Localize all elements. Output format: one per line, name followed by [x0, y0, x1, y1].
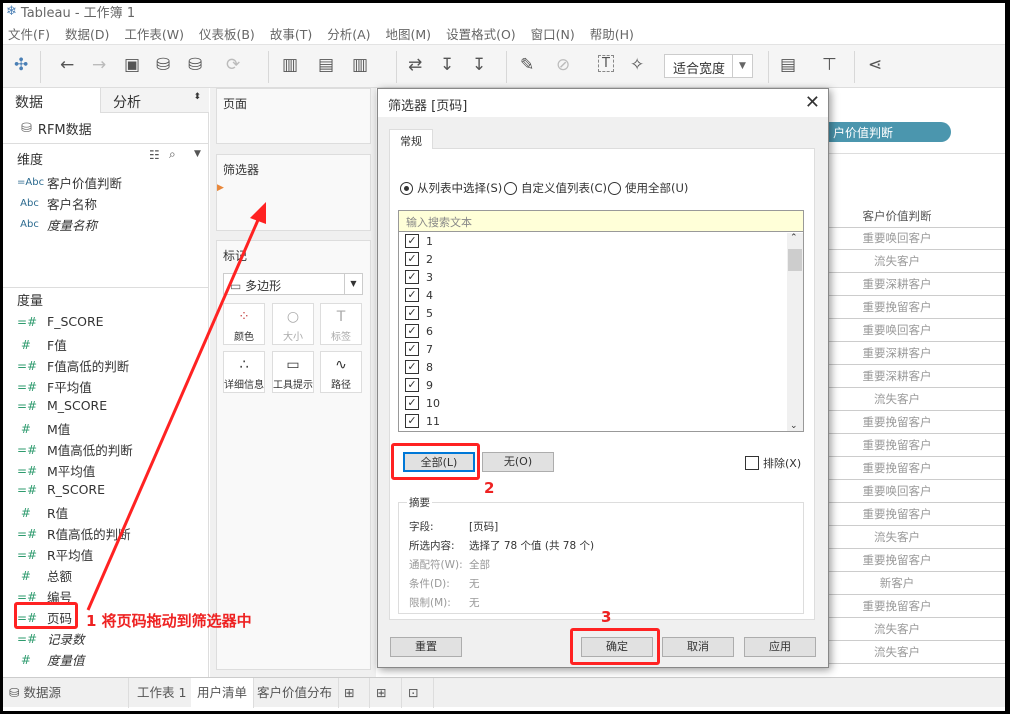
highlight-box-page-field — [14, 602, 78, 629]
step3-annotation: 3 — [601, 608, 612, 626]
step1-annotation: 1 将页码拖动到筛选器中 — [86, 612, 252, 630]
highlight-box-ok — [570, 628, 660, 665]
step2-annotation: 2 — [484, 479, 495, 497]
annotation-arrow — [86, 202, 266, 611]
highlight-box-all — [391, 443, 480, 480]
